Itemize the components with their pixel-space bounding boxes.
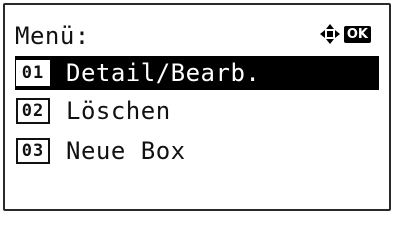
four-way-arrow-icon [319, 23, 341, 45]
menu-item-label: Löschen [66, 97, 171, 125]
menu-item-delete[interactable]: 02 Löschen [15, 94, 171, 128]
menu-item-label: Detail/Bearb. [66, 59, 261, 87]
ok-badge: OK [343, 25, 371, 43]
navigation-hint: OK [319, 23, 371, 45]
menu-item-number: 02 [16, 98, 50, 124]
menu-item-number: 01 [16, 60, 50, 86]
menu-item-new-box[interactable]: 03 Neue Box [15, 134, 186, 168]
menu-item-number: 03 [16, 138, 50, 164]
menu-item-label: Neue Box [66, 137, 186, 165]
menu-title: Menü: [15, 22, 90, 50]
lcd-screen: Menü: OK 01 Detail/Bearb. 02 Löschen 03 … [3, 3, 391, 211]
menu-item-detail-edit[interactable]: 01 Detail/Bearb. [15, 56, 379, 90]
